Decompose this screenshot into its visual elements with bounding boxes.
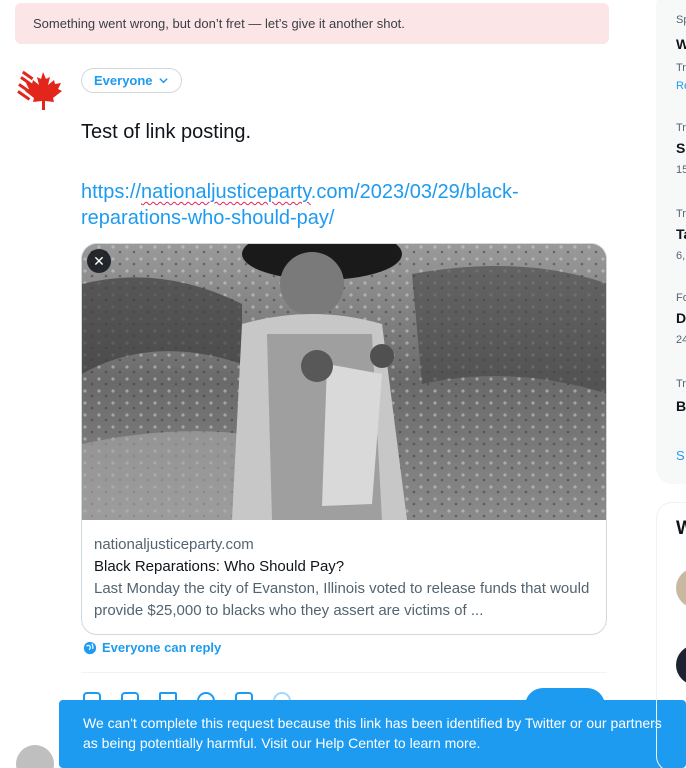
- link-preview-domain: nationaljusticeparty.com: [94, 536, 254, 553]
- tweet-text[interactable]: Test of link posting.: [81, 121, 251, 144]
- trend-meta: Tr: [676, 122, 686, 134]
- close-icon[interactable]: ✕: [87, 249, 111, 273]
- trend-title[interactable]: W: [676, 36, 686, 52]
- globe-icon: [83, 641, 97, 654]
- error-toast: We can't complete this request because t…: [59, 700, 686, 768]
- chevron-down-icon: [158, 78, 168, 84]
- maple-leaf-logo: [16, 66, 66, 116]
- trend-title[interactable]: D: [676, 310, 686, 326]
- error-banner-text: Something went wrong, but don’t fret — l…: [33, 16, 405, 31]
- toast-text: We can't complete this request because t…: [83, 715, 662, 751]
- trend-title[interactable]: B: [676, 398, 686, 414]
- trend-link[interactable]: Re: [676, 80, 686, 92]
- link-preview-title: Black Reparations: Who Should Pay?: [94, 558, 345, 575]
- link-misspelled-segment: nationaljusticeparty: [141, 181, 311, 203]
- show-more-link[interactable]: S: [676, 448, 685, 463]
- right-sidebar: Sp W Tr Re Tr S 15 Tr Ta 6, Fo D 24 Tr B…: [656, 0, 686, 768]
- trend-count: 24: [676, 334, 686, 346]
- error-banner: Something went wrong, but don’t fret — l…: [15, 3, 609, 44]
- reply-setting-label: Everyone can reply: [102, 640, 222, 655]
- audience-selector[interactable]: Everyone: [81, 68, 182, 93]
- link-preview-card[interactable]: ✕ nationaljusticeparty.com Black Reparat…: [81, 243, 607, 635]
- tweet-link-url[interactable]: https://nationaljusticeparty.com/2023/03…: [81, 179, 601, 231]
- trend-meta: Tr: [676, 62, 686, 74]
- trend-count: 6,: [676, 250, 686, 262]
- reply-setting-button[interactable]: Everyone can reply: [83, 640, 221, 655]
- trend-meta: Sp: [676, 14, 686, 26]
- trend-title[interactable]: S: [676, 140, 685, 156]
- trend-title[interactable]: Ta: [676, 226, 686, 242]
- composer-divider: [81, 672, 607, 673]
- audience-label: Everyone: [94, 73, 153, 88]
- trend-count: 15: [676, 164, 686, 176]
- link-preview-description: Last Monday the city of Evanston, Illino…: [94, 580, 590, 619]
- link-preview-body: nationaljusticeparty.com Black Reparatio…: [94, 534, 594, 622]
- link-prefix: https://: [81, 181, 142, 203]
- link-preview-image: ✕: [82, 244, 606, 520]
- avatar[interactable]: [16, 745, 54, 768]
- trend-meta: Tr: [676, 208, 686, 220]
- trend-meta: Tr: [676, 378, 686, 390]
- who-to-follow-title: W: [676, 518, 686, 539]
- who-to-follow-panel: [656, 502, 686, 768]
- trend-meta: Fo: [676, 292, 686, 304]
